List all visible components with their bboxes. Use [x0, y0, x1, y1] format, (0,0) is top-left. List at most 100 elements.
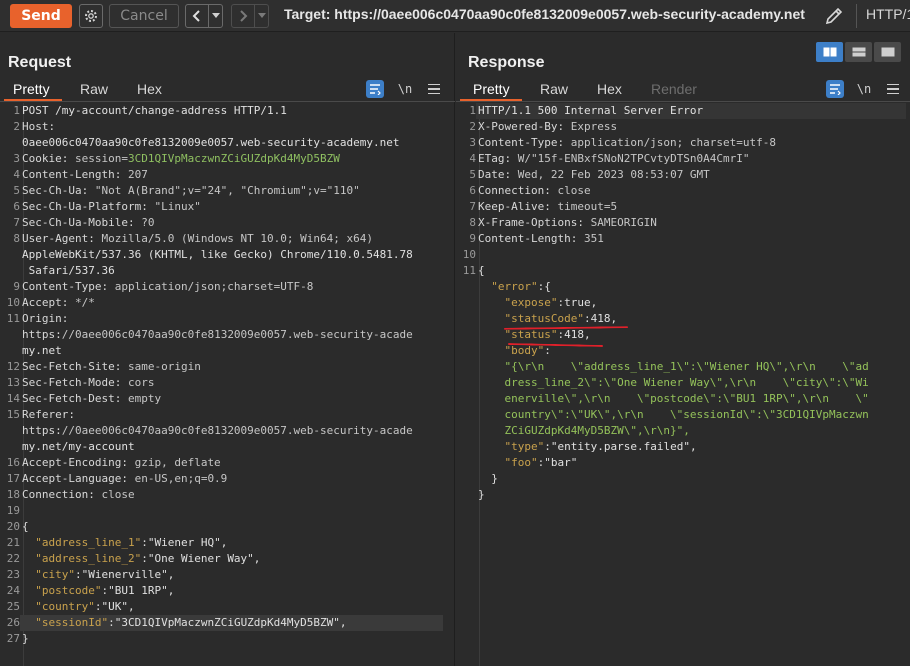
tab-pretty[interactable]: Pretty: [13, 81, 50, 97]
tab-hex[interactable]: Hex: [597, 81, 622, 97]
line-number: 8: [13, 232, 20, 245]
pencil-icon[interactable]: [823, 5, 845, 27]
line-number: 19: [6, 504, 20, 517]
line-number: 5: [469, 168, 476, 181]
line-number: 7: [13, 216, 20, 229]
line-number: 20: [6, 520, 20, 533]
line-text: my.net/my-account: [22, 440, 135, 453]
line-text: Keep-Alive: timeout=5: [478, 200, 618, 213]
line-text: country\":\"UK\",\r\n \"sessionId\":\"3C…: [478, 408, 869, 421]
line-number: 21: [6, 536, 20, 549]
line-text: dress_line_2\":\"One Wiener Way\",\r\n \…: [478, 376, 869, 389]
layout-icon: [852, 47, 865, 57]
tab-hex[interactable]: Hex: [137, 81, 162, 97]
line-text: }: [22, 632, 29, 645]
line-number: 18: [6, 488, 20, 501]
line-number: 1: [469, 104, 476, 117]
request-panel: Request Pretty Raw Hex \n 1 POST /my-acco…: [0, 33, 455, 666]
back-button[interactable]: [186, 5, 208, 27]
menu-icon[interactable]: [425, 80, 443, 98]
send-button[interactable]: Send: [10, 4, 72, 28]
toolbar: Send Cancel Target: https://0aee006c0470…: [0, 0, 910, 32]
line-number: 11: [462, 264, 476, 277]
menu-icon[interactable]: [884, 80, 902, 98]
tab-raw[interactable]: Raw: [80, 81, 108, 97]
line-number: 22: [6, 552, 20, 565]
line-number: 23: [6, 568, 20, 581]
line-text: "address_line_2":"One Wiener Way",: [35, 552, 261, 565]
line-number: 6: [13, 200, 20, 213]
line-text: {: [22, 520, 29, 533]
line-text: Referer:: [22, 408, 75, 421]
line-number: 11: [6, 312, 20, 325]
line-number: 14: [6, 392, 20, 405]
line-text: }: [478, 472, 498, 485]
gear-icon: [85, 10, 97, 22]
line-text: X-Powered-By: Express: [478, 120, 618, 133]
line-number: 13: [6, 376, 20, 389]
http-version-selector[interactable]: HTTP/1: [866, 6, 910, 22]
line-text: Sec-Ch-Ua: "Not A(Brand";v="24", "Chromi…: [22, 184, 360, 197]
line-text: Host:: [22, 120, 56, 133]
line-text: Content-Type: application/json; charset=…: [478, 136, 777, 149]
layout-stacked-button[interactable]: [845, 42, 872, 62]
line-text: enerville\",\r\n \"postcode\":\"BU1 1RP\…: [478, 392, 869, 405]
layout-side-by-side-button[interactable]: [816, 42, 843, 62]
line-text: "statusCode":418,: [504, 312, 618, 325]
pretty-format-icon: [370, 84, 381, 95]
line-number: 3: [469, 136, 476, 149]
pretty-format-button[interactable]: [366, 80, 384, 98]
line-text: Content-Length: 207: [22, 168, 148, 181]
settings-button[interactable]: [79, 4, 103, 28]
line-text: Sec-Fetch-Site: same-origin: [22, 360, 201, 373]
line-text: "type":"entity.parse.failed",: [504, 440, 697, 453]
newline-toggle[interactable]: \n: [396, 80, 414, 98]
line-number: 5: [13, 184, 20, 197]
line-text: Safari/537.36: [22, 264, 115, 277]
tab-pretty[interactable]: Pretty: [473, 81, 510, 97]
pretty-format-button[interactable]: [826, 80, 844, 98]
forward-button[interactable]: [232, 5, 254, 27]
tab-raw[interactable]: Raw: [540, 81, 568, 97]
line-text: ZCiGUZdpKd4MyD5BZW\",\r\n}",: [478, 424, 690, 437]
line-text: "address_line_1":"Wiener HQ",: [35, 536, 228, 549]
line-number: 17: [6, 472, 20, 485]
forward-nav: [231, 4, 269, 28]
line-text: "sessionId":"3CD1QIVpMaczwnZCiGUZdpKd4My…: [35, 616, 347, 629]
line-number: 16: [6, 456, 20, 469]
line-text: "postcode":"BU1 1RP",: [35, 584, 175, 597]
layout-tabs-button[interactable]: [874, 42, 901, 62]
chevron-down-icon: [211, 13, 220, 18]
newline-icon: \n: [856, 82, 872, 96]
tabs-divider: [456, 101, 910, 102]
line-text: }: [478, 488, 485, 501]
line-text: Sec-Ch-Ua-Platform: "Linux": [22, 200, 201, 213]
cancel-button[interactable]: Cancel: [109, 4, 179, 28]
chevron-right-icon: [240, 10, 248, 22]
line-text: Date: Wed, 22 Feb 2023 08:53:07 GMT: [478, 168, 710, 181]
line-number: 6: [469, 184, 476, 197]
request-editor[interactable]: 1 POST /my-account/change-address HTTP/1.…: [0, 103, 454, 666]
line-text: 0aee006c0470aa90c0fe8132009e0057.web-sec…: [22, 136, 400, 149]
line-text: "city":"Wienerville",: [35, 568, 175, 581]
line-text: my.net: [22, 344, 62, 357]
line-number: 25: [6, 600, 20, 613]
forward-history-dropdown[interactable]: [254, 5, 268, 27]
request-title: Request: [8, 54, 72, 71]
line-number: 27: [6, 632, 20, 645]
line-number: 9: [13, 280, 20, 293]
line-number: 10: [6, 296, 20, 309]
newline-toggle[interactable]: \n: [855, 80, 873, 98]
line-number: 7: [469, 200, 476, 213]
line-number: 8: [469, 216, 476, 229]
toolbar-divider: [856, 4, 857, 28]
chevron-left-icon: [192, 10, 200, 22]
line-text: POST /my-account/change-address HTTP/1.1: [22, 104, 287, 117]
layout-toggle[interactable]: [816, 42, 902, 62]
layout-icon: [881, 47, 894, 57]
back-history-dropdown[interactable]: [208, 5, 222, 27]
response-editor[interactable]: 1 HTTP/1.1 500 Internal Server Error 2 X-Po…: [456, 103, 910, 666]
response-panel: Response Pretty Raw Hex Render \n 1 HTTP/…: [456, 33, 910, 666]
line-text: User-Agent: Mozilla/5.0 (Windows NT 10.0…: [22, 232, 374, 245]
line-number: 4: [469, 152, 476, 165]
